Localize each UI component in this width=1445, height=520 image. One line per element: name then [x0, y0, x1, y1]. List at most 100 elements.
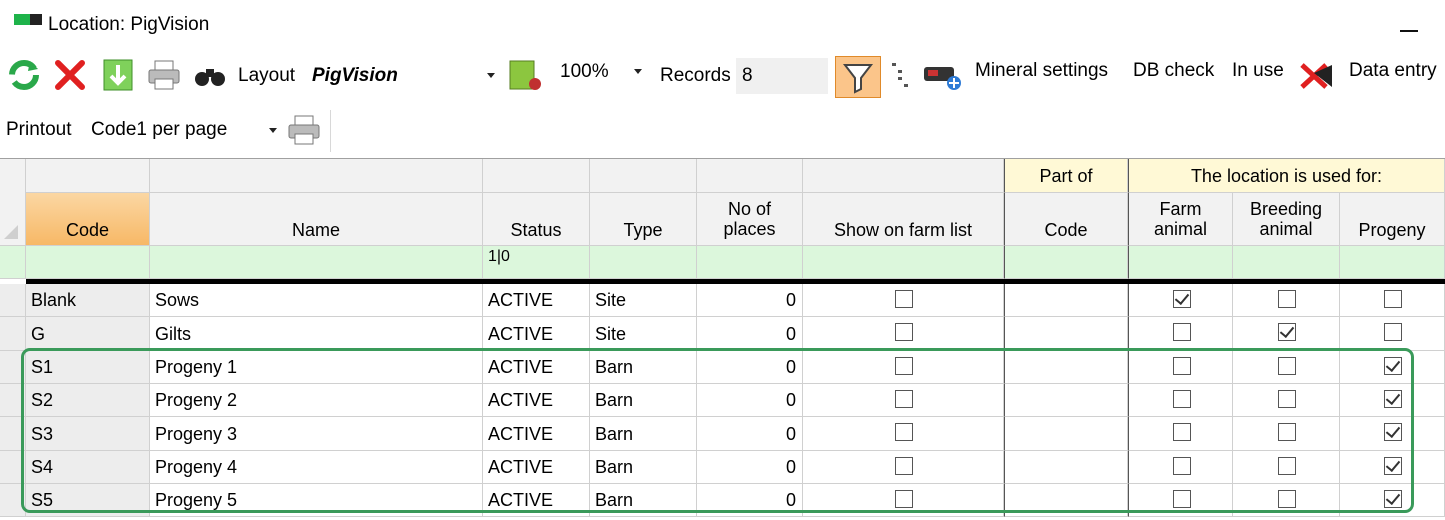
cell-partof[interactable] [1004, 384, 1128, 417]
show-checkbox[interactable] [895, 457, 913, 475]
cell-rowhead[interactable] [0, 451, 26, 484]
printout-select[interactable]: Code1 per page [84, 113, 284, 147]
db-check-button[interactable]: DB check [1133, 60, 1214, 82]
cell-places[interactable]: 0 [697, 284, 803, 317]
mineral-settings-button[interactable]: Mineral settings [975, 60, 1108, 82]
cell-type[interactable]: Barn [590, 384, 697, 417]
col-header-status[interactable]: Status [483, 193, 590, 246]
progeny-checkbox[interactable] [1384, 457, 1402, 475]
cell-rowhead[interactable] [0, 384, 26, 417]
breeding-checkbox[interactable] [1278, 390, 1296, 408]
breeding-checkbox[interactable] [1278, 457, 1296, 475]
cell-name[interactable]: Progeny 2 [150, 384, 483, 417]
cell-status[interactable]: ACTIVE [483, 284, 590, 317]
cell-type[interactable]: Barn [590, 351, 697, 384]
col-header-show-on-farm-list[interactable]: Show on farm list [803, 193, 1004, 246]
farm-checkbox[interactable] [1173, 290, 1191, 308]
cell-name[interactable]: Sows [150, 284, 483, 317]
layout-select[interactable]: PigVision [305, 58, 502, 94]
show-checkbox[interactable] [895, 290, 913, 308]
cell-rowhead[interactable] [0, 317, 26, 351]
cell-status[interactable]: ACTIVE [483, 484, 590, 517]
cell-type[interactable]: Barn [590, 451, 697, 484]
show-checkbox[interactable] [895, 323, 913, 341]
filter-type[interactable] [590, 246, 697, 279]
cell-partof[interactable] [1004, 351, 1128, 384]
col-header-farm-animal[interactable]: Farm animal [1128, 193, 1233, 246]
col-header-progeny[interactable]: Progeny [1340, 193, 1445, 246]
cell-places[interactable]: 0 [697, 417, 803, 451]
cell-rowhead[interactable] [0, 417, 26, 451]
filter-places[interactable] [697, 246, 803, 279]
col-header-name[interactable]: Name [150, 193, 483, 246]
filter-show[interactable] [803, 246, 1004, 279]
breeding-checkbox[interactable] [1278, 423, 1296, 441]
cell-rowhead[interactable] [0, 351, 26, 384]
printout-print-icon[interactable] [286, 112, 322, 148]
add-device-icon[interactable] [920, 57, 964, 93]
cell-type[interactable]: Barn [590, 484, 697, 517]
farm-checkbox[interactable] [1173, 490, 1191, 508]
filter-breeding[interactable] [1233, 246, 1340, 279]
farm-checkbox[interactable] [1173, 357, 1191, 375]
cell-status[interactable]: ACTIVE [483, 384, 590, 417]
cell-type[interactable]: Site [590, 317, 697, 351]
breeding-checkbox[interactable] [1278, 490, 1296, 508]
progeny-checkbox[interactable] [1384, 290, 1402, 308]
filter-progeny[interactable] [1340, 246, 1445, 279]
progeny-checkbox[interactable] [1384, 357, 1402, 375]
cell-name[interactable]: Progeny 3 [150, 417, 483, 451]
col-header-part-of-code[interactable]: Code [1004, 193, 1128, 246]
filter-status[interactable]: 1|0 [483, 246, 590, 279]
cell-places[interactable]: 0 [697, 351, 803, 384]
cell-places[interactable]: 0 [697, 384, 803, 417]
cell-status[interactable]: ACTIVE [483, 417, 590, 451]
download-icon[interactable] [100, 57, 136, 93]
cell-name[interactable]: Progeny 1 [150, 351, 483, 384]
col-header-code[interactable]: Code [26, 193, 150, 246]
cell-status[interactable]: ACTIVE [483, 351, 590, 384]
farm-checkbox[interactable] [1173, 323, 1191, 341]
tree-icon[interactable] [888, 57, 914, 93]
cell-partof[interactable] [1004, 317, 1128, 351]
show-checkbox[interactable] [895, 423, 913, 441]
col-header-breeding-animal[interactable]: Breeding animal [1233, 193, 1340, 246]
filter-part-of[interactable] [1004, 246, 1128, 279]
print-icon[interactable] [146, 57, 182, 93]
cell-partof[interactable] [1004, 451, 1128, 484]
breeding-checkbox[interactable] [1278, 323, 1296, 341]
location-grid[interactable]: Part of The location is used for: Code N… [0, 158, 1445, 519]
delete-icon[interactable] [52, 57, 88, 93]
cell-name[interactable]: Gilts [150, 317, 483, 351]
cell-code[interactable]: G [26, 317, 150, 351]
show-checkbox[interactable] [895, 390, 913, 408]
refresh-icon[interactable] [6, 57, 42, 93]
progeny-checkbox[interactable] [1384, 323, 1402, 341]
cell-partof[interactable] [1004, 484, 1128, 517]
cell-code[interactable]: S2 [26, 384, 150, 417]
cell-name[interactable]: Progeny 5 [150, 484, 483, 517]
cell-places[interactable]: 0 [697, 484, 803, 517]
cell-places[interactable]: 0 [697, 317, 803, 351]
cell-code[interactable]: S5 [26, 484, 150, 517]
farm-checkbox[interactable] [1173, 390, 1191, 408]
progeny-checkbox[interactable] [1384, 490, 1402, 508]
breeding-checkbox[interactable] [1278, 290, 1296, 308]
progeny-checkbox[interactable] [1384, 390, 1402, 408]
farm-checkbox[interactable] [1173, 423, 1191, 441]
minimize-button[interactable] [1398, 10, 1422, 34]
in-use-button[interactable]: In use [1232, 60, 1284, 82]
filter-farm[interactable] [1128, 246, 1233, 279]
filter-code[interactable] [26, 246, 150, 279]
cell-code[interactable]: S3 [26, 417, 150, 451]
cell-places[interactable]: 0 [697, 451, 803, 484]
show-checkbox[interactable] [895, 357, 913, 375]
cell-name[interactable]: Progeny 4 [150, 451, 483, 484]
col-header-places[interactable]: No of places [697, 193, 803, 246]
cell-status[interactable]: ACTIVE [483, 451, 590, 484]
data-entry-button[interactable]: Data entry [1349, 60, 1437, 82]
show-checkbox[interactable] [895, 490, 913, 508]
cell-partof[interactable] [1004, 284, 1128, 317]
cell-rowhead[interactable] [0, 284, 26, 317]
filter-name[interactable] [150, 246, 483, 279]
